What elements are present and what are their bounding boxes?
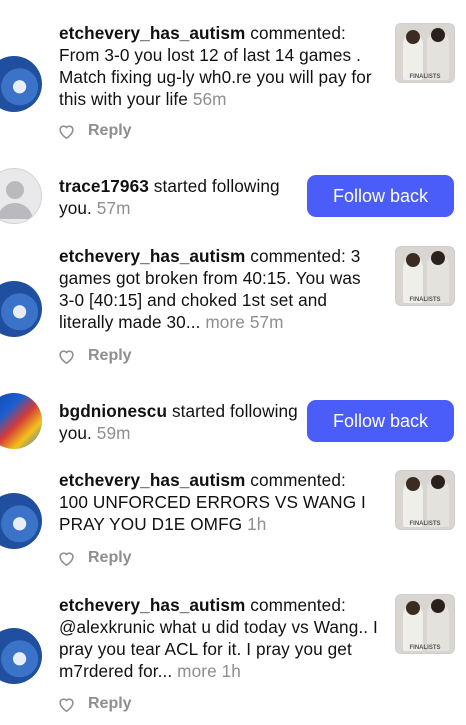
thumbnail-label: FINALISTS: [409, 645, 441, 651]
reply-button[interactable]: Reply: [88, 695, 132, 713]
notification-text: etchevery_has_autism commented: From 3-0…: [59, 22, 379, 110]
username[interactable]: etchevery_has_autism: [59, 595, 245, 615]
post-thumbnail[interactable]: FINALISTS: [395, 23, 455, 83]
reply-row: Reply: [58, 345, 132, 367]
avatar[interactable]: [0, 493, 42, 549]
reply-row: Reply: [58, 693, 132, 715]
username[interactable]: trace17963: [59, 176, 149, 196]
action-text: commented:: [250, 470, 346, 490]
heart-outline-icon[interactable]: [58, 124, 75, 139]
more-link[interactable]: more: [177, 661, 217, 681]
timestamp: 56m: [192, 89, 227, 109]
username[interactable]: etchevery_has_autism: [59, 470, 245, 490]
username[interactable]: etchevery_has_autism: [59, 23, 245, 43]
reply-button[interactable]: Reply: [88, 347, 132, 365]
action-text: commented:: [250, 595, 346, 615]
follow-back-button[interactable]: Follow back: [307, 175, 454, 217]
comment-text: @alexkrunic what u did today vs Wang.. I…: [59, 617, 378, 681]
thumbnail-label: FINALISTS: [409, 74, 441, 80]
thumbnail-label: FINALISTS: [409, 521, 441, 527]
more-link[interactable]: more: [205, 312, 245, 332]
timestamp: 1h: [221, 661, 241, 681]
username[interactable]: bgdnionescu: [59, 401, 167, 421]
action-text: commented:: [250, 246, 346, 266]
timestamp: 57m: [249, 312, 284, 332]
thumbnail-label: FINALISTS: [409, 297, 441, 303]
post-thumbnail[interactable]: FINALISTS: [395, 594, 455, 654]
reply-row: Reply: [58, 120, 132, 142]
timestamp: 57m: [96, 198, 131, 218]
comment-text: 100 UNFORCED ERRORS VS WANG I PRAY YOU D…: [59, 492, 366, 534]
person-silhouette-icon[interactable]: [0, 168, 42, 224]
post-thumbnail[interactable]: FINALISTS: [395, 246, 455, 306]
timestamp: 59m: [96, 423, 131, 443]
avatar[interactable]: [0, 393, 42, 449]
username[interactable]: etchevery_has_autism: [59, 246, 245, 266]
notification-text: bgdnionescu started following you. 59m: [59, 400, 299, 444]
heart-outline-icon[interactable]: [58, 551, 75, 566]
avatar[interactable]: [0, 281, 42, 337]
notification-text: trace17963 started following you. 57m: [59, 175, 299, 219]
timestamp: 1h: [247, 514, 267, 534]
reply-row: Reply: [58, 547, 132, 569]
reply-button[interactable]: Reply: [88, 122, 132, 140]
notification-text: etchevery_has_autism commented: 3 games …: [59, 245, 379, 333]
avatar[interactable]: [0, 628, 42, 684]
heart-outline-icon[interactable]: [58, 349, 75, 364]
heart-outline-icon[interactable]: [58, 697, 75, 712]
follow-back-button[interactable]: Follow back: [307, 400, 454, 442]
notification-text: etchevery_has_autism commented: 100 UNFO…: [59, 469, 379, 535]
avatar[interactable]: [0, 56, 42, 112]
action-text: commented:: [250, 23, 346, 43]
reply-button[interactable]: Reply: [88, 549, 132, 567]
post-thumbnail[interactable]: FINALISTS: [395, 470, 455, 530]
notification-text: etchevery_has_autism commented: @alexkru…: [59, 594, 379, 682]
